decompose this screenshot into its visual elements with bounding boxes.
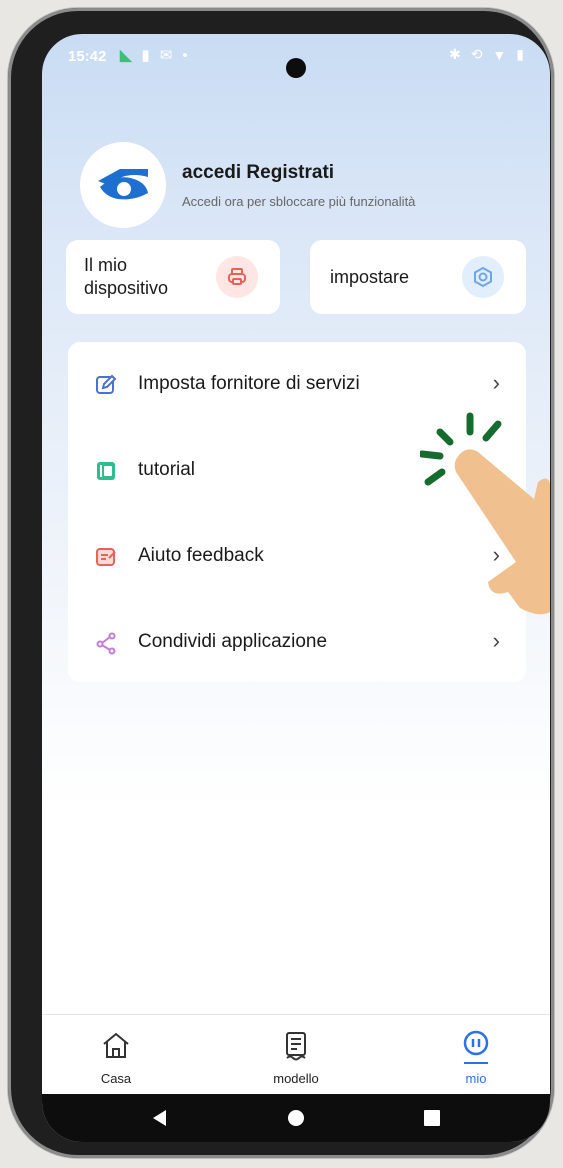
settings-label: impostare [330,267,410,287]
system-nav-bar [42,1094,550,1142]
active-tab-indicator [464,1062,488,1064]
tab-modello[interactable]: modello [236,1015,356,1095]
chevron-right-icon: › [492,370,500,395]
my-device-label: Il mio dispositivo [84,255,169,298]
bluetooth-icon: ✱ [448,46,461,62]
menu-item-label: Condividi applicazione [138,631,328,652]
home-button[interactable] [276,1094,316,1142]
status-left-icons: ◣ ▮ ✉ • [120,46,188,65]
bottom-tab-bar: Casa modello mio [42,1014,550,1095]
menu-item-label: Imposta fornitore di servizi [138,373,360,394]
front-camera [286,58,306,78]
feedback-icon [96,548,116,566]
profile-subtitle: Accedi ora per sbloccare più funzionalit… [182,194,416,209]
status-right-icons: ✱ ⟲ ▼ ▮ [449,46,524,63]
logo-icon [98,169,148,200]
printer-icon [216,256,258,298]
back-icon [153,1110,166,1126]
tab-label: modello [273,1071,319,1086]
edit-icon [96,374,117,394]
phone-frame: 15:42 ◣ ▮ ✉ • ✱ ⟲ ▼ ▮ accedi Registrati … [8,8,554,1158]
settings-card[interactable]: impostare [310,240,526,314]
sync-icon: ⟲ [470,46,483,62]
share-icon [96,632,116,655]
status-time: 15:42 [68,48,107,65]
tab-label: Casa [100,1071,132,1086]
avatar[interactable] [80,142,166,228]
tab-mio[interactable]: mio [416,1015,536,1095]
home-icon [103,1032,129,1058]
mail-icon: ✉ [159,47,173,64]
battery-icon: ▮ [516,46,524,62]
template-icon [286,1032,306,1061]
calculator-icon: ◣ [120,47,132,64]
menu-item-label: tutorial [138,459,196,480]
home-dot-icon [288,1110,304,1126]
screen: 15:42 ◣ ▮ ✉ • ✱ ⟲ ▼ ▮ accedi Registrati … [42,34,550,1142]
recents-button[interactable] [412,1094,452,1142]
tap-hand-icon [420,412,550,615]
tab-label: mio [465,1071,487,1086]
profile-title[interactable]: accedi Registrati [182,162,334,184]
settings-icon [462,256,504,298]
tab-casa[interactable]: Casa [56,1015,176,1095]
back-button[interactable] [140,1094,180,1142]
wifi-icon: ▼ [492,46,507,63]
profile-header[interactable]: accedi Registrati Accedi ora per sblocca… [80,142,520,230]
recents-icon [424,1110,440,1126]
menu-item-label: Aiuto feedback [138,545,264,566]
profile-icon [463,1030,489,1056]
book-icon [97,462,115,480]
dot-icon: • [182,46,188,64]
my-device-card[interactable]: Il mio dispositivo [66,240,280,314]
sim-icon: ▮ [141,47,150,64]
